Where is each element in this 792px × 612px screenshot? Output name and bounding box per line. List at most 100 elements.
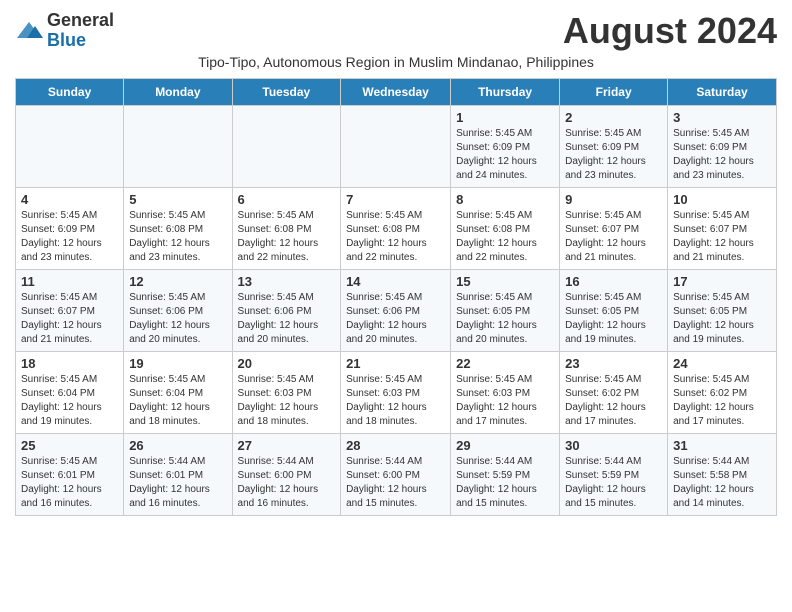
calendar-week-2: 4Sunrise: 5:45 AM Sunset: 6:09 PM Daylig… [16,188,777,270]
calendar-cell: 17Sunrise: 5:45 AM Sunset: 6:05 PM Dayli… [668,270,777,352]
calendar-body: 1Sunrise: 5:45 AM Sunset: 6:09 PM Daylig… [16,106,777,516]
main-title: August 2024 [563,10,777,52]
day-number: 15 [456,274,554,289]
day-number: 21 [346,356,445,371]
column-header-sunday: Sunday [16,79,124,106]
day-number: 8 [456,192,554,207]
day-info: Sunrise: 5:45 AM Sunset: 6:04 PM Dayligh… [21,373,118,429]
calendar-cell: 21 Sunrise: 5:45 AM Sunset: 6:03 PM Dayli… [341,352,451,434]
day-number: 2 [565,110,662,125]
day-number: 24 [673,356,771,371]
day-number: 13 [238,274,336,289]
column-header-wednesday: Wednesday [341,79,451,106]
day-info: Sunrise: 5:45 AM Sunset: 6:07 PM Dayligh… [673,209,771,265]
calendar-cell: 30 Sunrise: 5:44 AM Sunset: 5:59 PM Dayli… [560,434,668,516]
day-number: 17 [673,274,771,289]
calendar-cell: 13Sunrise: 5:45 AM Sunset: 6:06 PM Dayli… [232,270,341,352]
calendar-cell: 31 Sunrise: 5:44 AM Sunset: 5:58 PM Dayli… [668,434,777,516]
calendar-cell: 1Sunrise: 5:45 AM Sunset: 6:09 PM Daylig… [451,106,560,188]
day-number: 3 [673,110,771,125]
day-number: 6 [238,192,336,207]
day-number: 31 [673,438,771,453]
calendar-cell: 16 Sunrise: 5:45 AM Sunset: 6:05 PM Dayli… [560,270,668,352]
day-info: Sunrise: 5:44 AM Sunset: 6:00 PM Dayligh… [238,455,336,511]
calendar-cell: 3 Sunrise: 5:45 AM Sunset: 6:09 PM Daylig… [668,106,777,188]
day-info: Sunrise: 5:45 AM Sunset: 6:08 PM Dayligh… [456,209,554,265]
calendar-cell: 23 Sunrise: 5:45 AM Sunset: 6:02 PM Dayli… [560,352,668,434]
day-info: Sunrise: 5:45 AM Sunset: 6:02 PM Dayligh… [565,373,662,429]
calendar-table: SundayMondayTuesdayWednesdayThursdayFrid… [15,78,777,516]
calendar-cell [124,106,232,188]
day-info: Sunrise: 5:45 AM Sunset: 6:05 PM Dayligh… [565,291,662,347]
logo-icon [15,20,43,42]
day-number: 23 [565,356,662,371]
calendar-cell: 12Sunrise: 5:45 AM Sunset: 6:06 PM Dayli… [124,270,232,352]
calendar-cell: 7Sunrise: 5:45 AM Sunset: 6:08 PM Daylig… [341,188,451,270]
calendar-cell: 6 Sunrise: 5:45 AM Sunset: 6:08 PM Daylig… [232,188,341,270]
day-number: 5 [129,192,226,207]
calendar-cell: 11Sunrise: 5:45 AM Sunset: 6:07 PM Dayli… [16,270,124,352]
calendar-cell: 27 Sunrise: 5:44 AM Sunset: 6:00 PM Dayli… [232,434,341,516]
day-number: 28 [346,438,445,453]
day-info: Sunrise: 5:44 AM Sunset: 6:00 PM Dayligh… [346,455,445,511]
calendar-cell: 29Sunrise: 5:44 AM Sunset: 5:59 PM Dayli… [451,434,560,516]
day-info: Sunrise: 5:44 AM Sunset: 5:59 PM Dayligh… [456,455,554,511]
calendar-cell [16,106,124,188]
calendar-cell: 26Sunrise: 5:44 AM Sunset: 6:01 PM Dayli… [124,434,232,516]
calendar-week-5: 25Sunrise: 5:45 AM Sunset: 6:01 PM Dayli… [16,434,777,516]
day-info: Sunrise: 5:45 AM Sunset: 6:09 PM Dayligh… [673,127,771,183]
day-info: Sunrise: 5:45 AM Sunset: 6:07 PM Dayligh… [565,209,662,265]
day-number: 14 [346,274,445,289]
day-info: Sunrise: 5:45 AM Sunset: 6:03 PM Dayligh… [346,373,445,429]
day-info: Sunrise: 5:45 AM Sunset: 6:07 PM Dayligh… [21,291,118,347]
calendar-week-3: 11Sunrise: 5:45 AM Sunset: 6:07 PM Dayli… [16,270,777,352]
logo: General Blue [15,11,114,51]
day-number: 22 [456,356,554,371]
day-info: Sunrise: 5:45 AM Sunset: 6:08 PM Dayligh… [346,209,445,265]
calendar-cell: 5Sunrise: 5:45 AM Sunset: 6:08 PM Daylig… [124,188,232,270]
day-info: Sunrise: 5:45 AM Sunset: 6:08 PM Dayligh… [238,209,336,265]
calendar-cell: 2 Sunrise: 5:45 AM Sunset: 6:09 PM Daylig… [560,106,668,188]
calendar-cell: 25Sunrise: 5:45 AM Sunset: 6:01 PM Dayli… [16,434,124,516]
calendar-cell: 19 Sunrise: 5:45 AM Sunset: 6:04 PM Dayli… [124,352,232,434]
day-info: Sunrise: 5:45 AM Sunset: 6:06 PM Dayligh… [346,291,445,347]
day-number: 20 [238,356,336,371]
column-header-monday: Monday [124,79,232,106]
day-number: 4 [21,192,118,207]
calendar-cell [232,106,341,188]
day-info: Sunrise: 5:45 AM Sunset: 6:09 PM Dayligh… [565,127,662,183]
day-number: 30 [565,438,662,453]
logo-line1: General [47,10,114,30]
day-number: 16 [565,274,662,289]
calendar-cell: 24 Sunrise: 5:45 AM Sunset: 6:02 PM Dayli… [668,352,777,434]
calendar-cell: 18 Sunrise: 5:45 AM Sunset: 6:04 PM Dayli… [16,352,124,434]
day-info: Sunrise: 5:45 AM Sunset: 6:02 PM Dayligh… [673,373,771,429]
day-number: 27 [238,438,336,453]
logo-line2: Blue [47,30,86,50]
calendar-cell: 15Sunrise: 5:45 AM Sunset: 6:05 PM Dayli… [451,270,560,352]
calendar-cell: 10 Sunrise: 5:45 AM Sunset: 6:07 PM Dayli… [668,188,777,270]
day-number: 12 [129,274,226,289]
column-header-saturday: Saturday [668,79,777,106]
calendar-week-1: 1Sunrise: 5:45 AM Sunset: 6:09 PM Daylig… [16,106,777,188]
calendar-cell: 14 Sunrise: 5:45 AM Sunset: 6:06 PM Dayli… [341,270,451,352]
column-header-tuesday: Tuesday [232,79,341,106]
day-info: Sunrise: 5:44 AM Sunset: 6:01 PM Dayligh… [129,455,226,511]
column-header-friday: Friday [560,79,668,106]
calendar-cell: 28 Sunrise: 5:44 AM Sunset: 6:00 PM Dayli… [341,434,451,516]
day-info: Sunrise: 5:44 AM Sunset: 5:59 PM Dayligh… [565,455,662,511]
calendar-cell: 8 Sunrise: 5:45 AM Sunset: 6:08 PM Daylig… [451,188,560,270]
day-number: 19 [129,356,226,371]
day-info: Sunrise: 5:45 AM Sunset: 6:03 PM Dayligh… [238,373,336,429]
header-row: SundayMondayTuesdayWednesdayThursdayFrid… [16,79,777,106]
page-header: General Blue August 2024 [15,10,777,52]
day-number: 9 [565,192,662,207]
column-header-thursday: Thursday [451,79,560,106]
logo-text: General Blue [47,11,114,51]
day-number: 10 [673,192,771,207]
day-info: Sunrise: 5:45 AM Sunset: 6:04 PM Dayligh… [129,373,226,429]
day-number: 18 [21,356,118,371]
calendar-cell: 9 Sunrise: 5:45 AM Sunset: 6:07 PM Daylig… [560,188,668,270]
day-info: Sunrise: 5:44 AM Sunset: 5:58 PM Dayligh… [673,455,771,511]
day-number: 25 [21,438,118,453]
